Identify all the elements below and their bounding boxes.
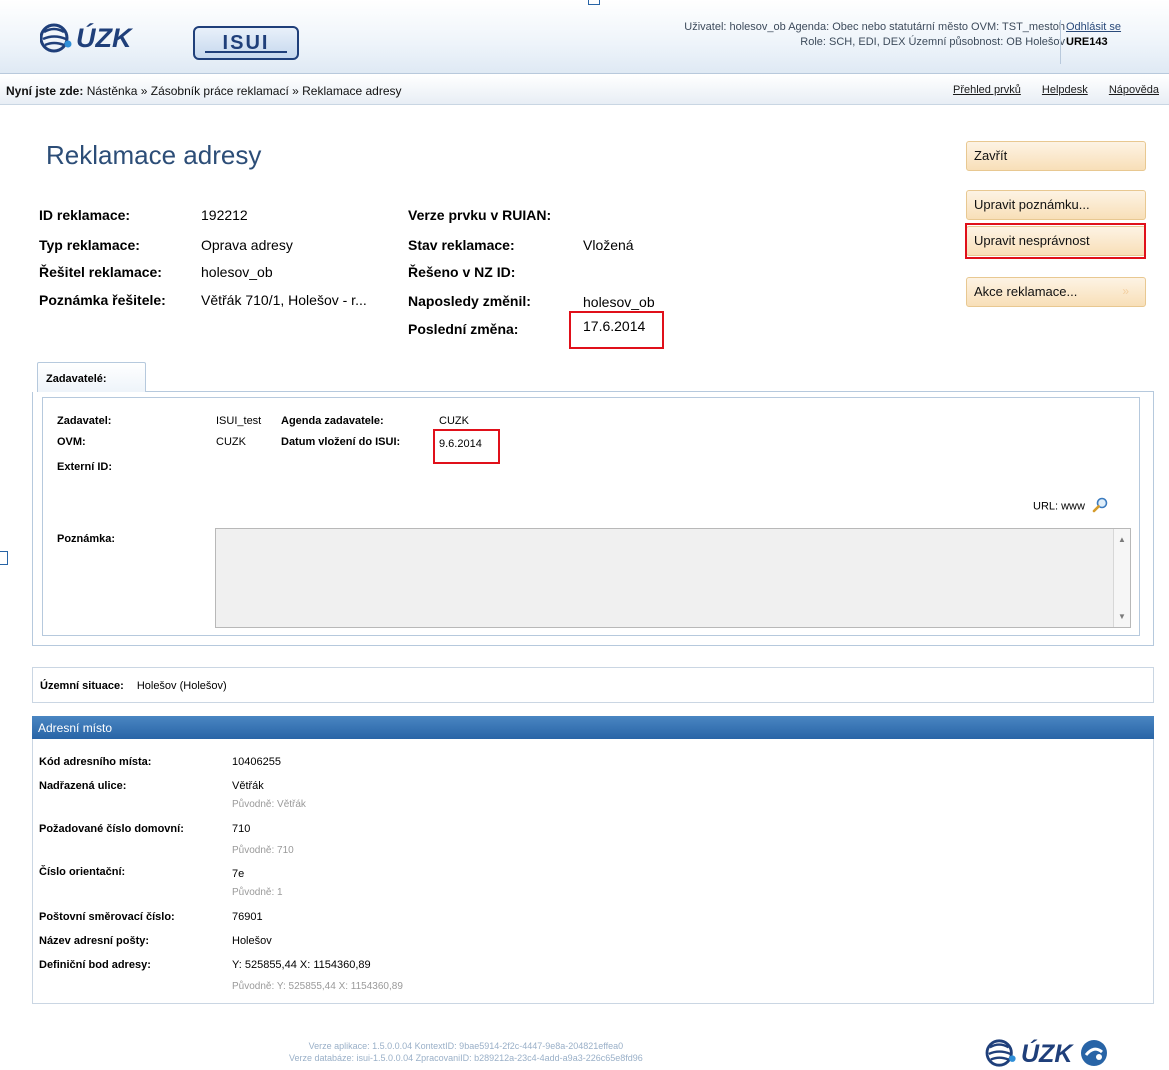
address-value: Y: 525855,44 X: 1154360,89 bbox=[232, 959, 371, 971]
header-divider bbox=[1060, 20, 1061, 64]
textarea-scrollbar[interactable]: ▲ ▼ bbox=[1113, 529, 1130, 627]
original-value: Původně: Větřák bbox=[232, 799, 306, 810]
address-label: Poštovní směrovací číslo: bbox=[39, 911, 175, 923]
highlight-box bbox=[433, 429, 500, 464]
footer-line2: Verze databáze: isui-1.5.0.0.04 Zpracova… bbox=[289, 1053, 643, 1063]
user-info-line2: Role: SCH, EDI, DEX Územní působnost: OB… bbox=[800, 36, 1065, 48]
address-label: Kód adresního místa: bbox=[39, 756, 152, 768]
detail-value: 192212 bbox=[201, 207, 248, 223]
detail-label: Řešitel reklamace: bbox=[39, 264, 162, 280]
cuzk-logo[interactable]: ÚZK bbox=[40, 20, 132, 56]
datum-label: Datum vložení do ISUI: bbox=[281, 436, 401, 448]
address-label: Číslo orientační: bbox=[39, 866, 126, 878]
top-header: ÚZK ISUI Uživatel: holesov_ob Agenda: Ob… bbox=[0, 0, 1169, 74]
detail-label: Naposledy změnil: bbox=[408, 293, 531, 309]
territorial-value: Holešov (Holešov) bbox=[136, 680, 227, 692]
session-info: Odhlásit se URE143 bbox=[1066, 20, 1121, 50]
address-value: 710 bbox=[232, 823, 251, 835]
detail-value: Vložená bbox=[583, 237, 634, 253]
breadcrumb-path[interactable]: Nástěnka » Zásobník práce reklamací » Re… bbox=[87, 84, 402, 98]
original-value: Původně: 1 bbox=[232, 887, 283, 898]
isui-logo[interactable]: ISUI bbox=[193, 26, 299, 60]
help-link[interactable]: Nápověda bbox=[1109, 84, 1159, 96]
globe-icon bbox=[985, 1038, 1019, 1070]
breadcrumb: Nyní jste zde: Nástěnka » Zásobník práce… bbox=[6, 84, 402, 98]
detail-label: Řešeno v NZ ID: bbox=[408, 264, 516, 280]
footer-line1: Verze aplikace: 1.5.0.0.04 KontextID: 9b… bbox=[308, 1041, 624, 1051]
territorial-label: Územní situace: bbox=[40, 680, 124, 692]
zadavatel-label: Zadavatel: bbox=[57, 415, 112, 427]
poznamka-label: Poznámka: bbox=[57, 533, 116, 545]
helpdesk-link[interactable]: Helpdesk bbox=[1042, 84, 1088, 96]
address-value: 76901 bbox=[232, 911, 263, 923]
ure-code: URE143 bbox=[1066, 36, 1108, 48]
magnifier-icon[interactable] bbox=[1092, 497, 1108, 516]
detail-label: Typ reklamace: bbox=[39, 237, 140, 253]
close-button[interactable]: Zavřít bbox=[966, 141, 1146, 171]
address-panel bbox=[32, 739, 1154, 1004]
footer-cuzk-logo: ÚZK bbox=[985, 1038, 1108, 1070]
overview-link[interactable]: Přehled prvků bbox=[953, 84, 1021, 96]
globe-icon bbox=[40, 22, 74, 54]
address-label: Definiční bod adresy: bbox=[39, 959, 151, 971]
footer-version: Verze aplikace: 1.5.0.0.04 KontextID: 9b… bbox=[289, 1040, 643, 1064]
actions-button-label: Akce reklamace... bbox=[974, 284, 1078, 299]
edit-note-button[interactable]: Upravit poznámku... bbox=[966, 190, 1146, 220]
detail-value: holesov_ob bbox=[583, 294, 655, 310]
side-resize-handle[interactable] bbox=[0, 551, 8, 565]
ovm-label: OVM: bbox=[57, 436, 86, 448]
url-label: URL: www bbox=[1033, 500, 1085, 513]
note-textarea[interactable]: ▲ ▼ bbox=[215, 528, 1131, 628]
externi-label: Externí ID: bbox=[57, 461, 113, 473]
agenda-label: Agenda zadavatele: bbox=[281, 415, 384, 427]
detail-label: Poznámka řešitele: bbox=[39, 292, 166, 308]
original-value: Původně: Y: 525855,44 X: 1154360,89 bbox=[232, 981, 403, 992]
address-label: Název adresní pošty: bbox=[39, 935, 150, 947]
url-row: URL: www bbox=[1033, 497, 1108, 516]
actions-button[interactable]: Akce reklamace... » bbox=[966, 277, 1146, 307]
page-title: Reklamace adresy bbox=[46, 140, 262, 170]
detail-label: Poslední změna: bbox=[408, 321, 519, 337]
footer-logo-text: ÚZK bbox=[1021, 1039, 1073, 1068]
zadavatel-value: ISUI_test bbox=[216, 415, 262, 427]
detail-label: ID reklamace: bbox=[39, 207, 131, 223]
address-value: 7e bbox=[232, 868, 245, 880]
address-value: Holešov bbox=[232, 935, 272, 947]
detail-left: ID reklamace: 192212 Typ reklamace: Opra… bbox=[39, 207, 399, 308]
top-resize-handle[interactable] bbox=[588, 0, 600, 5]
cuzk-logo-text: ÚZK bbox=[76, 22, 132, 53]
highlight-box bbox=[569, 311, 664, 349]
breadcrumb-bar: Nyní jste zde: Nástěnka » Zásobník práce… bbox=[0, 75, 1169, 105]
ovm-value: CUZK bbox=[216, 436, 246, 448]
tab-zadavatele[interactable]: Zadavatelé: bbox=[37, 362, 146, 392]
address-panel-header: Adresní místo bbox=[32, 716, 1154, 739]
detail-label: Verze prvku v RUIAN: bbox=[408, 207, 552, 223]
user-info-line1: Uživatel: holesov_ob Agenda: Obec nebo s… bbox=[684, 21, 1065, 33]
address-label: Požadované číslo domovní: bbox=[39, 823, 184, 835]
top-links: Přehled prvků Helpdesk Nápověda bbox=[935, 84, 1159, 96]
detail-value: Oprava adresy bbox=[201, 237, 293, 253]
detail-label: Stav reklamace: bbox=[408, 237, 515, 253]
original-value: Původně: 710 bbox=[232, 845, 294, 856]
scroll-down-icon[interactable]: ▼ bbox=[1114, 612, 1130, 621]
territorial-situation: Územní situace: Holešov (Holešov) bbox=[32, 667, 1154, 703]
address-value: Větřák bbox=[232, 780, 264, 792]
badge-icon bbox=[1080, 1039, 1108, 1070]
chevron-right-icon: » bbox=[1122, 284, 1129, 298]
breadcrumb-prefix: Nyní jste zde: bbox=[6, 84, 84, 98]
scroll-up-icon[interactable]: ▲ bbox=[1114, 535, 1130, 544]
logout-link[interactable]: Odhlásit se bbox=[1066, 20, 1121, 35]
agenda-value: CUZK bbox=[439, 415, 469, 427]
address-label: Nadřazená ulice: bbox=[39, 780, 127, 792]
address-value: 10406255 bbox=[232, 756, 281, 768]
user-info: Uživatel: holesov_ob Agenda: Obec nebo s… bbox=[684, 20, 1065, 50]
detail-value: holesov_ob bbox=[201, 264, 273, 280]
note-link[interactable]: Větřák 710/1, Holešov - r... bbox=[201, 292, 367, 308]
highlight-box bbox=[965, 223, 1146, 259]
